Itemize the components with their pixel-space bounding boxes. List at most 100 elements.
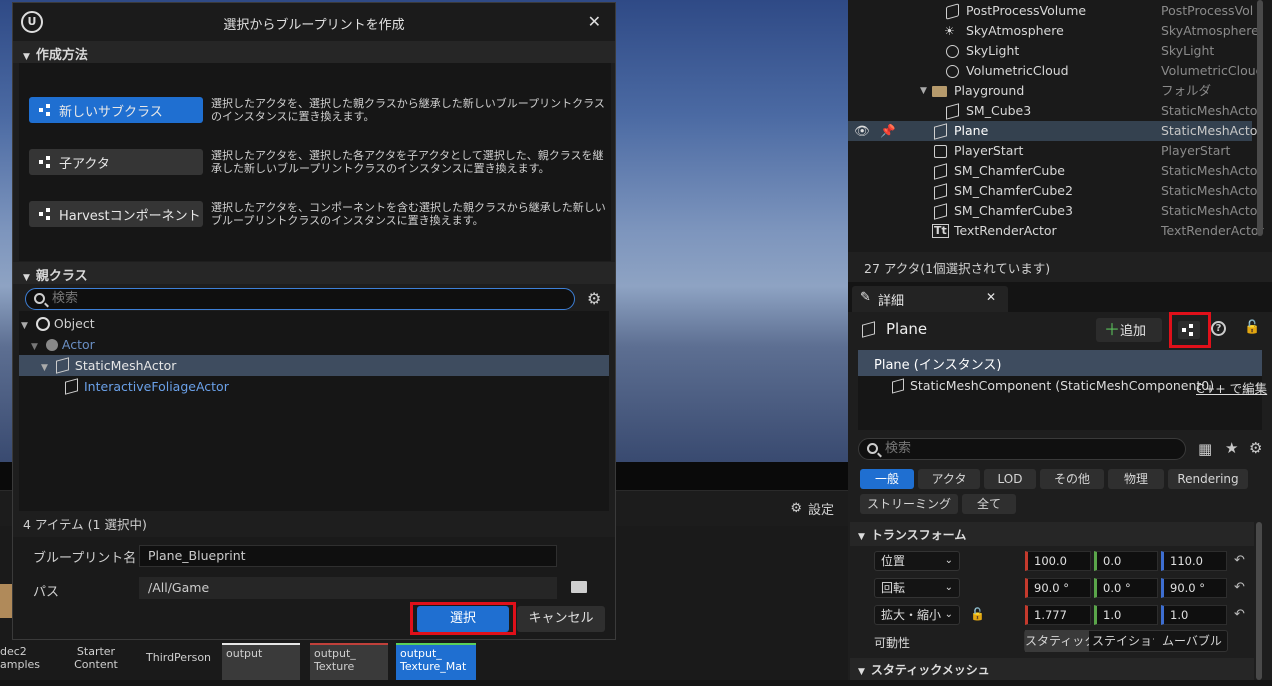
gear-icon[interactable]: ⚙ — [1249, 439, 1262, 457]
rotation-z[interactable]: 90.0 ° — [1161, 578, 1227, 598]
outliner-row[interactable]: PostProcessVolume PostProcessVol — [848, 1, 1253, 21]
static-mesh-icon — [946, 103, 959, 120]
rotation-y[interactable]: 0.0 ° — [1094, 578, 1158, 598]
scale-x[interactable]: 1.777 — [1025, 605, 1091, 625]
outliner-row-selected[interactable]: 👁 📌 Plane StaticMeshActor — [848, 121, 1263, 141]
outliner-row[interactable]: ▼ Playground フォルダ — [848, 81, 1252, 101]
skylight-icon — [946, 45, 959, 58]
details-tabbar: ✎ 詳細 ✕ — [848, 282, 1272, 312]
star-icon[interactable]: ★ — [1225, 439, 1238, 457]
class-search-input[interactable]: 検索 — [25, 288, 575, 310]
content-tile[interactable]: output_ Texture_Mat — [396, 643, 476, 680]
tab-details[interactable]: ✎ 詳細 ✕ — [852, 286, 1008, 312]
cloud-icon — [946, 65, 959, 78]
filter-lod[interactable]: LOD — [984, 469, 1036, 489]
content-tile[interactable]: output_ Texture — [310, 643, 388, 680]
tree-row-interactivefoliageactor[interactable]: InteractiveFoliageActor — [19, 376, 609, 397]
section-header-static-mesh[interactable]: ▼ スタティックメッシュ — [850, 658, 1254, 680]
content-tile[interactable]: ThirdPerson — [142, 649, 218, 686]
item-count: 4 アイテム (1 選択中) — [23, 517, 147, 532]
edit-cpp-link[interactable]: C++ で編集 — [1196, 378, 1267, 397]
new-subclass-button[interactable]: 新しいサブクラス — [29, 97, 203, 123]
highlight-box — [1169, 312, 1211, 348]
location-x[interactable]: 100.0 — [1025, 551, 1091, 571]
section-header-transform[interactable]: ▼ トランスフォーム — [850, 522, 1254, 546]
blueprint-icon — [39, 156, 53, 168]
search-icon — [34, 293, 45, 304]
outliner-row[interactable]: Tt TextRenderActor TextRenderActor — [848, 221, 1264, 241]
filter-streaming[interactable]: ストリーミング — [860, 494, 958, 514]
add-component-button[interactable]: ＋追加 — [1096, 318, 1162, 342]
location-y[interactable]: 0.0 — [1094, 551, 1158, 571]
section-header-method[interactable]: ▼ 作成方法 — [13, 41, 615, 63]
outliner-row[interactable]: PlayerStart PlayerStart — [848, 141, 1252, 161]
outliner-scrollbar[interactable] — [1257, 0, 1263, 236]
child-actor-button[interactable]: 子アクタ — [29, 149, 203, 175]
lock-icon[interactable]: 🔓 — [970, 607, 985, 621]
expand-arrow-icon: ▼ — [21, 321, 28, 331]
component-row[interactable]: StaticMeshComponent (StaticMeshComponent… — [910, 378, 1214, 393]
search-icon — [867, 443, 878, 454]
outliner-row[interactable]: SkyLight SkyLight — [848, 41, 1252, 61]
highlight-box — [410, 602, 516, 635]
filter-general[interactable]: 一般 — [860, 469, 914, 489]
content-tile[interactable]: dec2 amples — [0, 643, 56, 680]
outliner-row[interactable]: SM_ChamferCube2 StaticMeshActor — [848, 181, 1263, 201]
cancel-button[interactable]: キャンセル — [517, 606, 605, 632]
unlock-icon[interactable]: 🔓 — [1244, 320, 1260, 335]
tree-row-staticmeshactor[interactable]: ▼ StaticMeshActor — [19, 355, 609, 376]
actor-name[interactable]: Plane — [886, 320, 927, 338]
filter-physics[interactable]: 物理 — [1108, 469, 1164, 489]
details-search-input[interactable]: 検索 — [858, 438, 1186, 460]
filter-actor[interactable]: アクタ — [918, 469, 980, 489]
path-input[interactable]: /All/Game — [139, 577, 557, 599]
content-tile[interactable]: output — [222, 643, 300, 680]
details-scrollbar[interactable] — [1256, 522, 1262, 680]
expand-arrow-icon: ▼ — [920, 86, 927, 96]
rotation-mode-dropdown[interactable]: 回転 ⌄ — [874, 578, 960, 598]
eye-icon[interactable]: 👁 — [854, 121, 870, 141]
location-mode-dropdown[interactable]: 位置 ⌄ — [874, 551, 960, 571]
location-z[interactable]: 110.0 — [1161, 551, 1227, 571]
blueprint-name-input[interactable]: Plane_Blueprint — [139, 545, 557, 567]
content-tile[interactable]: Starter Content — [66, 643, 126, 680]
filter-rendering[interactable]: Rendering — [1168, 469, 1248, 489]
grid-view-icon[interactable]: ▦ — [1198, 440, 1212, 458]
reset-icon[interactable]: ↶ — [1234, 607, 1245, 622]
collapse-arrow-icon: ▼ — [858, 532, 865, 542]
section-header-parent-class[interactable]: ▼ 親クラス — [13, 262, 615, 284]
mobility-movable[interactable]: ムーバブル — [1158, 630, 1226, 652]
tree-row-object[interactable]: ▼ Object — [19, 313, 609, 334]
mobility-label: 可動性 — [874, 636, 911, 650]
scale-mode-dropdown[interactable]: 拡大・縮小 ⌄ — [874, 605, 960, 625]
path-label: パス — [33, 585, 60, 600]
tree-row-actor[interactable]: ▼ Actor — [19, 334, 609, 355]
outliner-row[interactable]: VolumetricCloud VolumetricCloud — [848, 61, 1264, 81]
close-icon[interactable]: ✕ — [986, 290, 996, 304]
outliner-row[interactable]: SM_Cube3 StaticMeshActor — [848, 101, 1263, 121]
outliner-row[interactable]: SM_ChamferCube StaticMeshActor — [848, 161, 1263, 181]
folder-thumbnail[interactable] — [0, 584, 12, 618]
component-row-instance[interactable]: Plane (インスタンス) — [858, 350, 1262, 376]
harvest-components-button[interactable]: Harvestコンポーネント — [29, 201, 203, 227]
filter-all[interactable]: 全て — [962, 494, 1016, 514]
outliner-row[interactable]: ☀ SkyAtmosphere SkyAtmosphere — [848, 21, 1259, 41]
outliner-row[interactable]: SM_ChamferCube3 StaticMeshActor — [848, 201, 1263, 221]
pin-icon[interactable]: 📌 — [880, 121, 896, 141]
rotation-x[interactable]: 90.0 ° — [1025, 578, 1091, 598]
static-mesh-icon — [934, 163, 947, 180]
close-icon[interactable]: ✕ — [588, 12, 601, 31]
scale-y[interactable]: 1.0 — [1094, 605, 1158, 625]
outliner-status: 27 アクタ(1個選択されています) — [848, 252, 1272, 282]
scale-z[interactable]: 1.0 — [1161, 605, 1227, 625]
reset-icon[interactable]: ↶ — [1234, 553, 1245, 568]
help-icon[interactable]: ? — [1211, 321, 1226, 336]
reset-icon[interactable]: ↶ — [1234, 580, 1245, 595]
folder-icon[interactable] — [571, 581, 587, 593]
collapse-arrow-icon: ▼ — [23, 52, 30, 62]
settings-button[interactable]: ⚙ 設定 — [790, 499, 834, 518]
filter-misc[interactable]: その他 — [1040, 469, 1104, 489]
mobility-stationary[interactable]: ステイショナリ — [1092, 630, 1154, 652]
gear-icon[interactable]: ⚙ — [587, 289, 601, 308]
mobility-static[interactable]: スタティック — [1025, 630, 1089, 652]
